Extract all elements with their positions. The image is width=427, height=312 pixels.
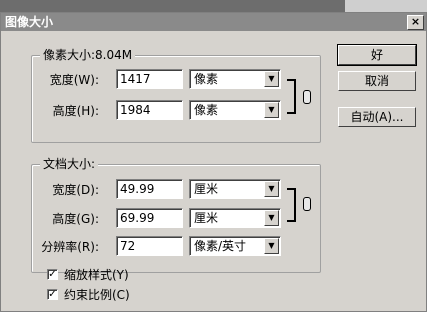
pixel-width-unit-value: 像素 [194,72,219,86]
resolution-input[interactable]: 72 [116,236,183,256]
doc-height-label: 高度(G): [52,212,99,226]
pixel-width-label: 宽度(W): [49,73,99,87]
image-size-dialog: 图像大小 × 像素大小:8.04M 宽度(W): 1417 像素 ▼ 高度(H)… [0,12,427,312]
constrain-proportions-checkbox[interactable]: ✓ [47,289,58,300]
document-size-title: 文档大小: [40,156,99,172]
title-bar: 图像大小 × [1,13,426,31]
chain-link-icon [303,197,311,211]
check-icon: ✓ [48,269,57,280]
constrain-proportions-label[interactable]: 约束比例(C) [64,288,130,302]
chevron-down-icon[interactable]: ▼ [264,238,279,254]
dialog-title: 图像大小 [5,15,54,29]
doc-height-unit-select[interactable]: 厘米 ▼ [189,208,281,228]
chevron-down-icon[interactable]: ▼ [264,102,279,118]
resolution-unit-value: 像素/英寸 [194,239,247,253]
pixel-height-label: 高度(H): [52,104,99,118]
doc-link-bracket [287,188,296,222]
pixel-dimensions-title: 像素大小:8.04M [40,47,136,63]
doc-width-unit-select[interactable]: 厘米 ▼ [189,179,281,199]
doc-width-input[interactable]: 49.99 [116,179,183,199]
close-button[interactable]: × [407,15,424,30]
doc-height-input[interactable]: 69.99 [116,208,183,228]
pixel-link-bracket [287,79,296,114]
check-icon: ✓ [48,289,57,300]
chain-link-icon [303,90,311,104]
chevron-down-icon[interactable]: ▼ [264,210,279,226]
chevron-down-icon[interactable]: ▼ [264,181,279,197]
chevron-down-icon[interactable]: ▼ [264,71,279,87]
pixel-height-unit-value: 像素 [194,103,219,117]
doc-width-unit-value: 厘米 [194,182,219,196]
close-icon: × [410,15,421,28]
auto-button[interactable]: 自动(A)... [338,107,416,127]
cancel-button[interactable]: 取消 [338,71,416,91]
pixel-width-input[interactable]: 1417 [116,69,183,89]
doc-height-unit-value: 厘米 [194,211,219,225]
resolution-label: 分辨率(R): [41,240,99,254]
pixel-width-unit-select[interactable]: 像素 ▼ [189,69,281,89]
resolution-unit-select[interactable]: 像素/英寸 ▼ [189,236,281,256]
ok-button[interactable]: 好 [337,44,417,66]
doc-width-label: 宽度(D): [52,183,99,197]
scale-styles-checkbox[interactable]: ✓ [47,269,58,280]
scale-styles-label[interactable]: 缩放样式(Y) [64,268,129,282]
pixel-height-unit-select[interactable]: 像素 ▼ [189,100,281,120]
pixel-height-input[interactable]: 1984 [116,100,183,120]
